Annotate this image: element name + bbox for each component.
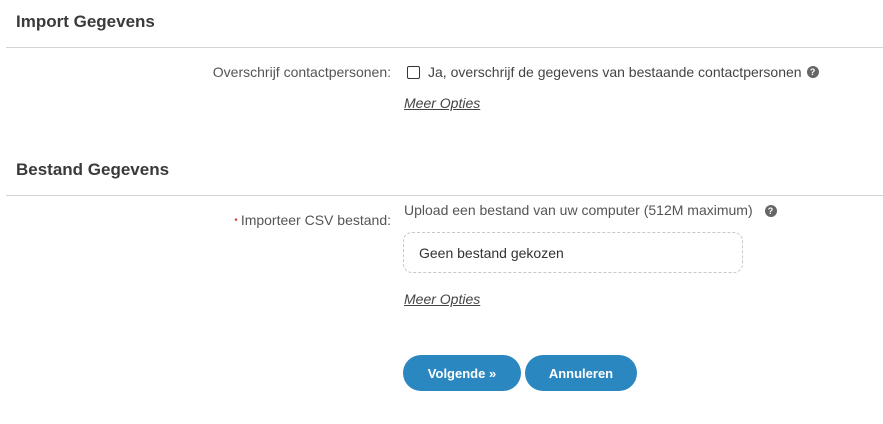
cancel-button[interactable]: Annuleren	[525, 355, 637, 391]
import-more-options-link[interactable]: Meer Opties	[404, 95, 480, 111]
import-section-title: Import Gegevens	[16, 12, 155, 31]
file-section-title: Bestand Gegevens	[16, 160, 170, 179]
csv-file-input[interactable]: Geen bestand gekozen	[403, 232, 743, 273]
overwrite-contacts-label: Overschrijf contactpersonen:	[212, 64, 391, 80]
upload-hint-text: Upload een bestand van uw computer (512M…	[404, 202, 753, 218]
import-section-divider	[6, 47, 883, 48]
file-more-options-link[interactable]: Meer Opties	[404, 291, 480, 307]
file-input-placeholder: Geen bestand gekozen	[419, 244, 564, 261]
overwrite-contacts-checkbox[interactable]	[407, 65, 420, 79]
overwrite-contacts-checkbox-label[interactable]: Ja, overschrijf de gegevens van bestaand…	[428, 64, 802, 80]
file-section-divider	[6, 195, 883, 196]
csv-file-label: • Importeer CSV bestand:	[234, 212, 391, 228]
help-icon[interactable]: ?	[764, 205, 777, 218]
next-button[interactable]: Volgende »	[403, 355, 521, 391]
help-icon[interactable]: ?	[806, 66, 819, 78]
overwrite-contacts-option[interactable]: Ja, overschrijf de gegevens van bestaand…	[407, 64, 819, 80]
upload-hint: Upload een bestand van uw computer (512M…	[404, 202, 777, 218]
required-marker: •	[234, 215, 238, 226]
csv-file-label-text: Importeer CSV bestand:	[240, 212, 391, 228]
